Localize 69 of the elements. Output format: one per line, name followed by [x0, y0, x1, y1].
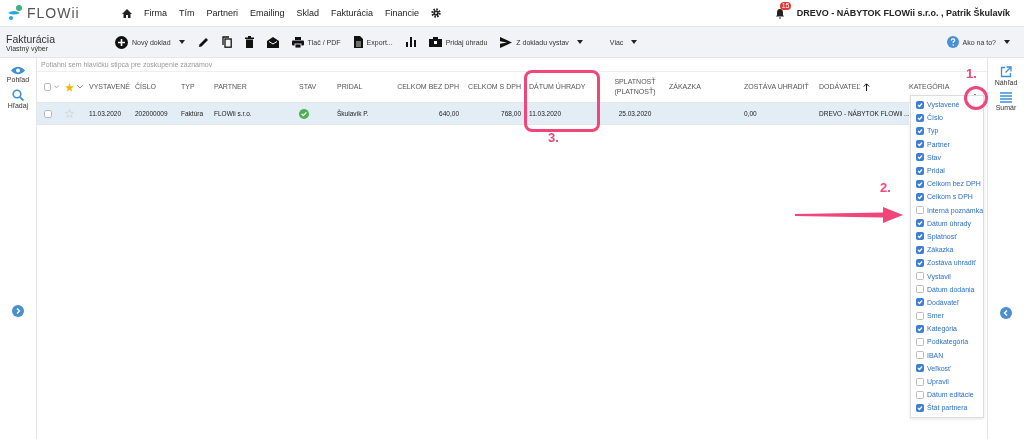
- option-checkbox[interactable]: [916, 324, 924, 333]
- pencil-icon: [197, 36, 209, 48]
- option-checkbox[interactable]: [916, 258, 924, 267]
- list-icon: [1000, 92, 1012, 103]
- eye-icon: [11, 66, 25, 75]
- bell-icon[interactable]: [774, 7, 785, 19]
- logo-text: FLOWii: [27, 5, 80, 21]
- option-checkbox[interactable]: [916, 113, 924, 122]
- caret-icon: [1004, 40, 1010, 44]
- document-icon: [353, 36, 363, 48]
- home-icon[interactable]: [122, 8, 132, 18]
- bar-chart-icon: [405, 37, 416, 47]
- nav-link[interactable]: Financie: [385, 8, 420, 18]
- star-icon[interactable]: [65, 109, 74, 118]
- nav-link[interactable]: Partneri: [206, 8, 238, 18]
- send-icon: [500, 36, 513, 48]
- option-checkbox[interactable]: [916, 179, 924, 188]
- select-all-checkbox[interactable]: [44, 83, 51, 91]
- option-checkbox[interactable]: [916, 140, 924, 149]
- step-number: 2.: [880, 180, 891, 195]
- option-checkbox[interactable]: [916, 390, 924, 399]
- option-checkbox[interactable]: [916, 285, 924, 294]
- option-checkbox[interactable]: [916, 153, 924, 162]
- option-checkbox[interactable]: [916, 337, 924, 346]
- option-checkbox[interactable]: [916, 206, 924, 215]
- account-name[interactable]: DREVO - NÁBYTOK FLOWii s.r.o. , Patrik Škulavík: [796, 8, 1010, 18]
- toolbar-icon-button[interactable]: [266, 36, 279, 48]
- option-checkbox[interactable]: [916, 272, 924, 281]
- option-checkbox[interactable]: [916, 351, 924, 360]
- toolbar-icon-button[interactable]: [405, 37, 416, 47]
- option-checkbox[interactable]: [916, 232, 924, 241]
- external-link-icon: [1000, 66, 1012, 78]
- copy-icon: [221, 36, 232, 48]
- option-checkbox[interactable]: [916, 298, 924, 307]
- logo-icon: [6, 5, 24, 21]
- help-icon: [946, 36, 959, 48]
- nav-link[interactable]: Firma: [144, 8, 167, 18]
- option-checkbox[interactable]: [916, 100, 924, 109]
- chevron-down-icon[interactable]: [77, 85, 83, 89]
- toolbar-icon-button[interactable]: [197, 36, 209, 48]
- option-checkbox[interactable]: [916, 166, 924, 175]
- nav-link[interactable]: Sklad: [296, 8, 320, 18]
- row-checkbox[interactable]: [44, 109, 52, 118]
- nav-link[interactable]: Tím: [179, 8, 195, 18]
- option-checkbox[interactable]: [916, 364, 924, 373]
- printer-icon: [291, 36, 304, 48]
- toolbar-icon-button[interactable]: [244, 36, 254, 48]
- envelope-icon: [266, 36, 279, 48]
- option-checkbox[interactable]: [916, 192, 924, 201]
- nav-link[interactable]: Fakturácia: [331, 8, 374, 18]
- option-checkbox[interactable]: [916, 126, 924, 135]
- trash-icon: [244, 36, 254, 48]
- toolbar-icon-button[interactable]: [221, 36, 232, 48]
- option-checkbox[interactable]: [916, 245, 924, 254]
- plus-circle-icon: [115, 35, 128, 49]
- wallet-icon: [428, 37, 442, 47]
- search-icon: [12, 89, 24, 101]
- option-checkbox[interactable]: [916, 403, 924, 412]
- settings-icon[interactable]: [431, 8, 442, 18]
- page-title: Fakturácia: [6, 32, 57, 45]
- check-circle-icon: [299, 108, 309, 119]
- nav-link[interactable]: Emailing: [250, 8, 285, 18]
- option-checkbox[interactable]: [916, 219, 924, 228]
- star-icon[interactable]: [65, 82, 74, 92]
- step-number: 3.: [548, 130, 559, 145]
- option-checkbox[interactable]: [916, 377, 924, 386]
- highlight-circle: [964, 86, 988, 110]
- sort-arrow-icon[interactable]: [863, 83, 871, 91]
- option-checkbox[interactable]: [916, 311, 924, 320]
